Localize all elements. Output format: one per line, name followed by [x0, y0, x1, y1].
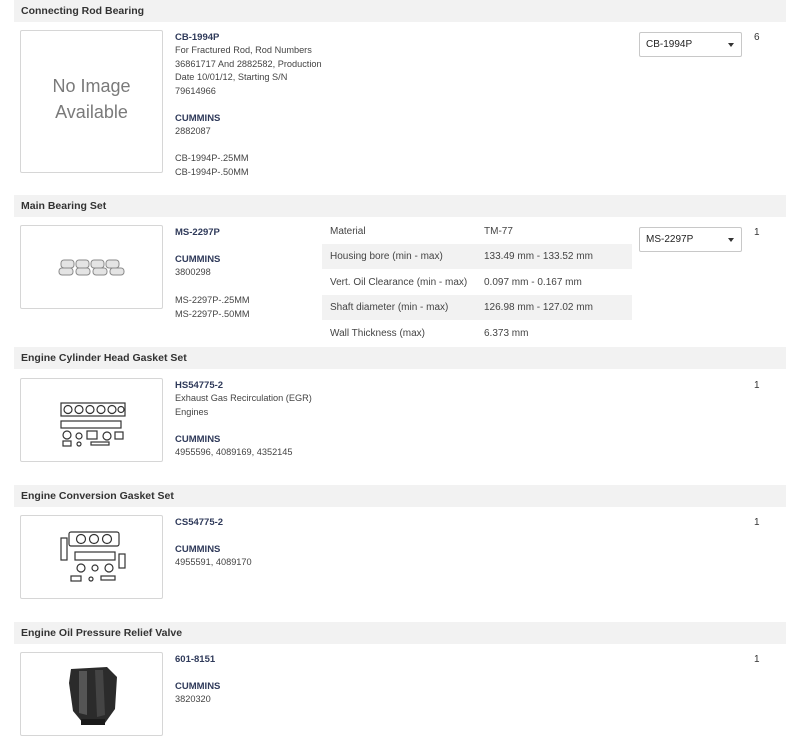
section-title: Engine Conversion Gasket Set	[21, 490, 174, 502]
quantity: 1	[754, 654, 760, 665]
brand-name: CUMMINS	[175, 434, 221, 445]
part-description: For Fractured Rod, Rod Numbers 36861717 …	[175, 45, 322, 96]
quantity: 1	[754, 517, 760, 528]
product-image[interactable]	[20, 652, 163, 736]
section-header-oil-pressure-relief-valve: Engine Oil Pressure Relief Valve	[14, 622, 786, 644]
section-title: Connecting Rod Bearing	[21, 5, 145, 17]
product-image[interactable]	[20, 515, 163, 599]
part-number-link[interactable]: 601-8151	[175, 654, 215, 665]
section-header-main-bearing-set: Main Bearing Set	[14, 195, 786, 217]
part-number-link[interactable]: MS-2297P	[175, 227, 220, 238]
oem-numbers: 4955591, 4089170	[175, 557, 252, 567]
part-number-link[interactable]: CB-1994P	[175, 32, 219, 43]
bearing-set-image	[58, 259, 125, 276]
oem-numbers: 3820320	[175, 694, 211, 704]
quantity: 1	[754, 227, 760, 238]
spec-row: Material TM-77	[330, 226, 513, 237]
no-image-text: No Image Available	[52, 76, 131, 122]
chevron-down-icon	[728, 238, 734, 242]
quantity: 1	[754, 380, 760, 391]
section-title: Main Bearing Set	[21, 200, 107, 212]
part-select-dropdown[interactable]: CB-1994P	[639, 32, 742, 57]
spec-row: Vert. Oil Clearance (min - max) 0.097 mm …	[330, 277, 582, 288]
spec-row: Shaft diameter (min - max) 126.98 mm - 12…	[322, 295, 632, 320]
part-number-link[interactable]: CS54775-2	[175, 517, 223, 528]
chevron-down-icon	[728, 43, 734, 47]
oem-numbers: 2882087	[175, 126, 211, 136]
part-select-dropdown[interactable]: MS-2297P	[639, 227, 742, 252]
section-header-conversion-gasket-set: Engine Conversion Gasket Set	[14, 485, 786, 507]
brand-name: CUMMINS	[175, 113, 221, 124]
gasket-set-image	[60, 402, 126, 447]
gasket-set-image	[60, 531, 126, 582]
product-image-placeholder[interactable]: No Image Available	[20, 30, 163, 173]
section-title: Engine Oil Pressure Relief Valve	[21, 627, 183, 639]
brand-name: CUMMINS	[175, 254, 221, 265]
oem-numbers: 4955596, 4089169, 4352145	[175, 447, 293, 457]
quantity: 6	[754, 32, 760, 43]
relief-valve-image	[69, 667, 117, 725]
part-number-link[interactable]: HS54775-2	[175, 380, 223, 391]
alternate-parts: MS-2297P-.25MM MS-2297P-.50MM	[175, 295, 250, 319]
product-image[interactable]	[20, 378, 163, 462]
spec-row: Housing bore (min - max) 133.49 mm - 133.…	[322, 244, 632, 269]
oem-numbers: 3800298	[175, 267, 211, 277]
section-header-cylinder-head-gasket-set: Engine Cylinder Head Gasket Set	[14, 347, 786, 369]
product-image[interactable]	[20, 225, 163, 309]
section-title: Engine Cylinder Head Gasket Set	[21, 352, 187, 364]
alternate-parts: CB-1994P-.25MM CB-1994P-.50MM	[175, 153, 249, 177]
spec-row: Wall Thickness (max) 6.373 mm	[330, 328, 529, 339]
section-header-connecting-rod-bearing: Connecting Rod Bearing	[14, 0, 786, 22]
part-description: Exhaust Gas Recirculation (EGR) Engines	[175, 393, 312, 417]
brand-name: CUMMINS	[175, 544, 221, 555]
brand-name: CUMMINS	[175, 681, 221, 692]
